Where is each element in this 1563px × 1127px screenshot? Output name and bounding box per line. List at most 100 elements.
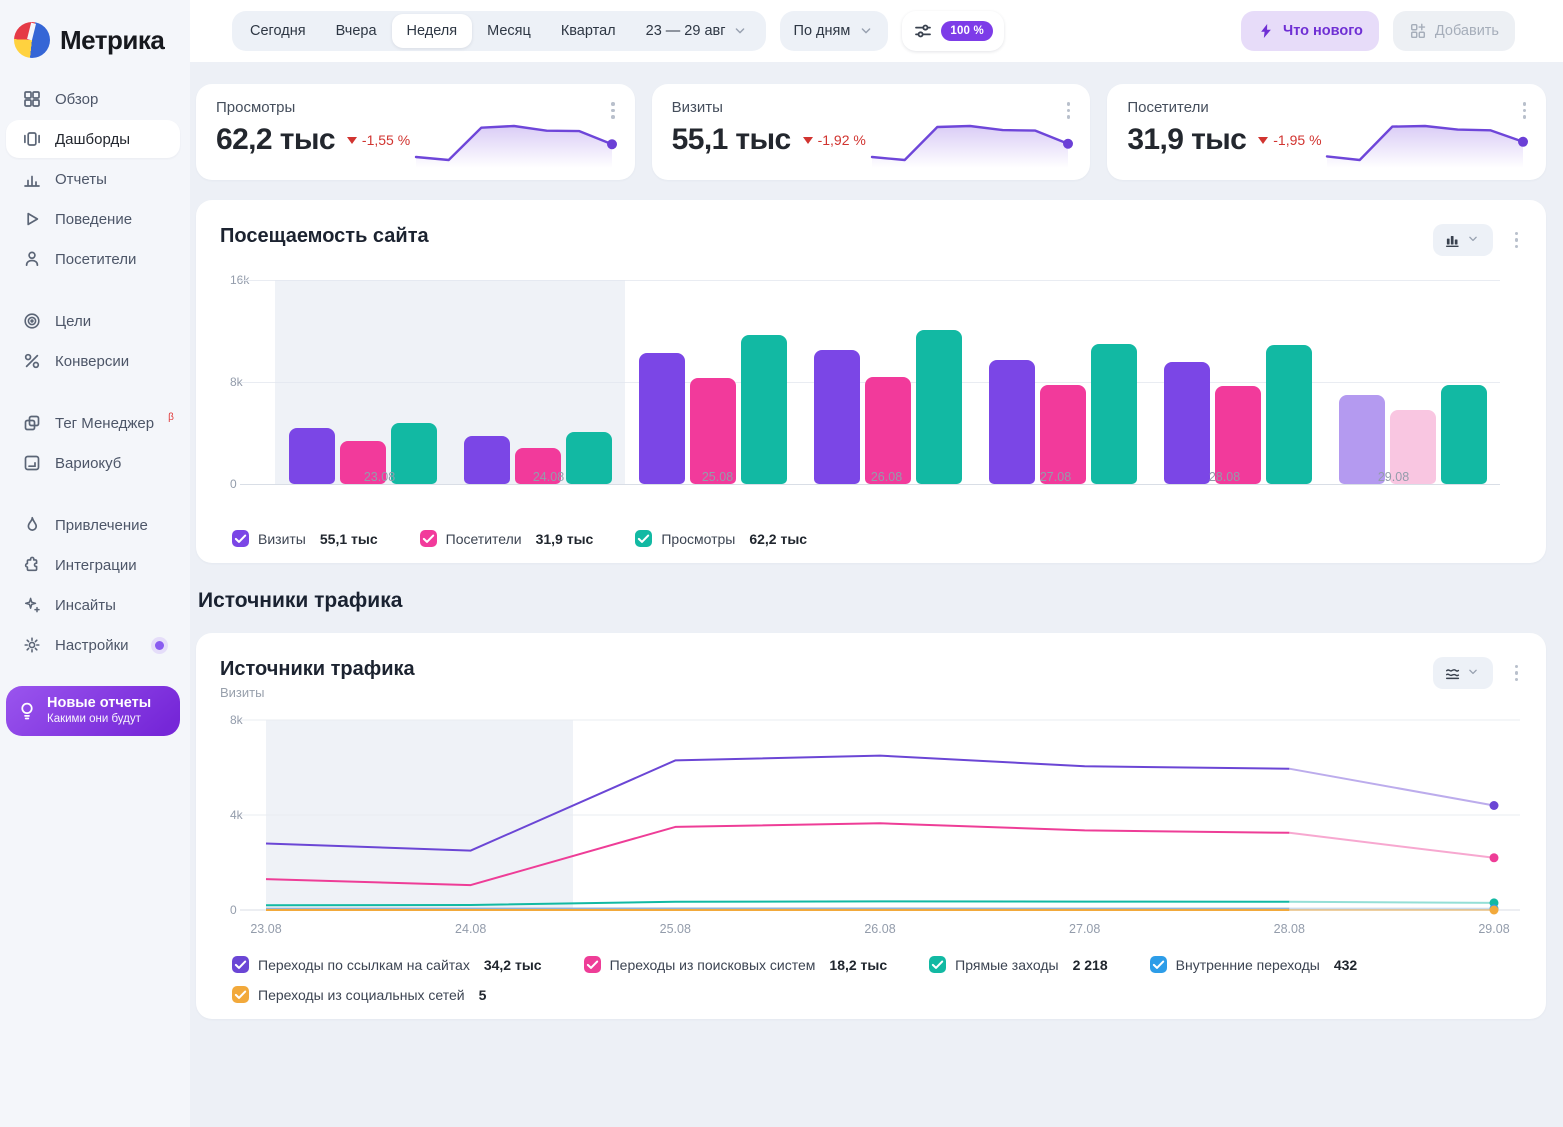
legend-item[interactable]: Переходы из социальных сетей5 [232, 986, 486, 1003]
y-axis-tick: 4k [230, 808, 243, 822]
kpi-menu-button[interactable] [607, 98, 619, 123]
sidebar-item-tag[interactable]: Тег Менеджерβ [6, 404, 180, 442]
date-range-selector[interactable]: 23 — 29 авг [631, 14, 763, 48]
puzzle-icon [22, 555, 42, 575]
chevron-down-icon [1466, 232, 1482, 248]
bar-group-24.08 [450, 280, 625, 484]
bar-group-26.08 [800, 280, 975, 484]
checkbox-checked-icon[interactable] [929, 956, 946, 973]
sidebar-item-flame[interactable]: Привлечение [6, 506, 180, 544]
tab-period[interactable]: Квартал [546, 14, 631, 48]
x-axis-label: 25.08 [633, 470, 802, 484]
sparkles-icon [22, 595, 42, 615]
kpi-sparkline [872, 120, 1061, 168]
chart-type-selector[interactable] [1433, 224, 1493, 256]
dashboard-icon [22, 129, 42, 149]
bar-group-28.08 [1150, 280, 1325, 484]
checkbox-checked-icon[interactable] [635, 530, 652, 547]
kpi-card-2: Визиты55,1 тыс-1,92 % [652, 84, 1091, 180]
y-axis-tick: 0 [230, 903, 237, 917]
legend-value: 432 [1334, 957, 1357, 973]
lightbulb-icon [16, 700, 38, 722]
bar[interactable] [690, 378, 736, 484]
whats-new-button[interactable]: Что нового [1241, 11, 1379, 51]
sidebar-item-grid[interactable]: Обзор [6, 80, 180, 118]
bar[interactable] [814, 350, 860, 484]
bar[interactable] [639, 353, 685, 484]
kpi-title: Посетители [1127, 99, 1526, 116]
tab-period[interactable]: Неделя [392, 14, 473, 48]
checkbox-checked-icon[interactable] [232, 956, 249, 973]
bar[interactable] [865, 377, 911, 484]
legend-item[interactable]: Переходы по ссылкам на сайтах34,2 тыс [232, 956, 542, 973]
legend-item[interactable]: Визиты55,1 тыс [232, 530, 378, 547]
kpi-sparkline [1327, 120, 1516, 168]
legend-item[interactable]: Посетители31,9 тыс [420, 530, 594, 547]
widget-menu-button[interactable] [1511, 228, 1523, 253]
x-axis-label: 23.08 [295, 470, 464, 484]
checkbox-checked-icon[interactable] [420, 530, 437, 547]
checkbox-checked-icon[interactable] [1150, 956, 1167, 973]
granularity-select[interactable]: По дням [780, 11, 889, 51]
sidebar-item-gear[interactable]: Настройки [6, 626, 180, 664]
bar[interactable] [989, 360, 1035, 484]
tab-period[interactable]: Сегодня [235, 14, 321, 48]
legend-label: Внутренние переходы [1176, 957, 1320, 973]
promo-title: Новые отчеты [47, 695, 151, 712]
sidebar-item-sparkles[interactable]: Инсайты [6, 586, 180, 624]
bar-chart: 16k8k023.0824.0825.0826.0827.0828.0829.0… [220, 272, 1522, 510]
x-axis-label: 27.08 [1069, 922, 1100, 936]
section-title: Источники трафика [198, 589, 1546, 613]
sidebar-item-person[interactable]: Посетители [6, 240, 180, 278]
sidebar-item-cube[interactable]: Вариокуб [6, 444, 180, 482]
add-widget-button[interactable]: Добавить [1393, 11, 1515, 51]
sidebar-item-label: Настройки [55, 637, 129, 654]
bar-chart-type-icon [1444, 231, 1462, 249]
chevron-down-icon [858, 23, 874, 39]
bar[interactable] [1091, 344, 1137, 484]
sidebar-item-percent[interactable]: Конверсии [6, 342, 180, 380]
checkbox-checked-icon[interactable] [584, 956, 601, 973]
new-reports-banner[interactable]: Новые отчеты Какими они будут [6, 686, 180, 736]
sidebar-item-report[interactable]: Отчеты [6, 160, 180, 198]
tab-period[interactable]: Месяц [472, 14, 546, 48]
legend-value: 62,2 тыс [749, 531, 807, 547]
sidebar-item-target[interactable]: Цели [6, 302, 180, 340]
sampling-control[interactable]: 100 % [902, 11, 1004, 51]
app-root: Метрика ОбзорДашбордыОтчеты Поведение Посе… [0, 0, 1563, 1127]
tag-icon [22, 413, 42, 433]
bar[interactable] [741, 335, 787, 484]
sidebar-item-play[interactable]: Поведение [6, 200, 180, 238]
traffic-sources-chart-card: Источники трафика Визиты 23.0824.0825.08… [196, 633, 1546, 1019]
widget-menu-button[interactable] [1511, 661, 1523, 686]
line-chart-legend: Переходы по ссылкам на сайтах34,2 тыс Пер… [220, 956, 1522, 1003]
app-logo[interactable]: Метрика [0, 12, 190, 78]
x-axis-label: 23.08 [250, 922, 281, 936]
legend-item[interactable]: Прямые заходы2 218 [929, 956, 1107, 973]
bar[interactable] [1164, 362, 1210, 484]
kpi-card-3: Посетители31,9 тыс-1,95 % [1107, 84, 1546, 180]
checkbox-checked-icon[interactable] [232, 530, 249, 547]
kpi-delta: -1,95 % [1258, 132, 1321, 148]
x-axis-label: 27.08 [971, 470, 1140, 484]
kpi-card-1: Просмотры62,2 тыс-1,55 % [196, 84, 635, 180]
chart-type-selector[interactable] [1433, 657, 1493, 689]
bar[interactable] [916, 330, 962, 484]
kpi-menu-button[interactable] [1063, 98, 1075, 123]
sidebar-item-label: Поведение [55, 211, 132, 228]
tab-period[interactable]: Вчера [321, 14, 392, 48]
legend-item[interactable]: Просмотры62,2 тыс [635, 530, 807, 547]
legend-label: Переходы из социальных сетей [258, 987, 465, 1003]
kpi-menu-button[interactable] [1519, 98, 1531, 123]
bar-group-25.08 [625, 280, 800, 484]
dashboard-content: Просмотры62,2 тыс-1,55 %Визиты55,1 тыс-1… [190, 62, 1563, 1127]
sidebar-item-puzzle[interactable]: Интеграции [6, 546, 180, 584]
checkbox-checked-icon[interactable] [232, 986, 249, 1003]
kpi-value: 55,1 тыс [672, 123, 791, 157]
sidebar-item-dashboard[interactable]: Дашборды [6, 120, 180, 158]
legend-item[interactable]: Внутренние переходы 432 [1150, 956, 1358, 973]
bar[interactable] [1266, 345, 1312, 484]
legend-item[interactable]: Переходы из поисковых систем18,2 тыс [584, 956, 888, 973]
x-axis-label: 26.08 [802, 470, 971, 484]
legend-value: 55,1 тыс [320, 531, 378, 547]
